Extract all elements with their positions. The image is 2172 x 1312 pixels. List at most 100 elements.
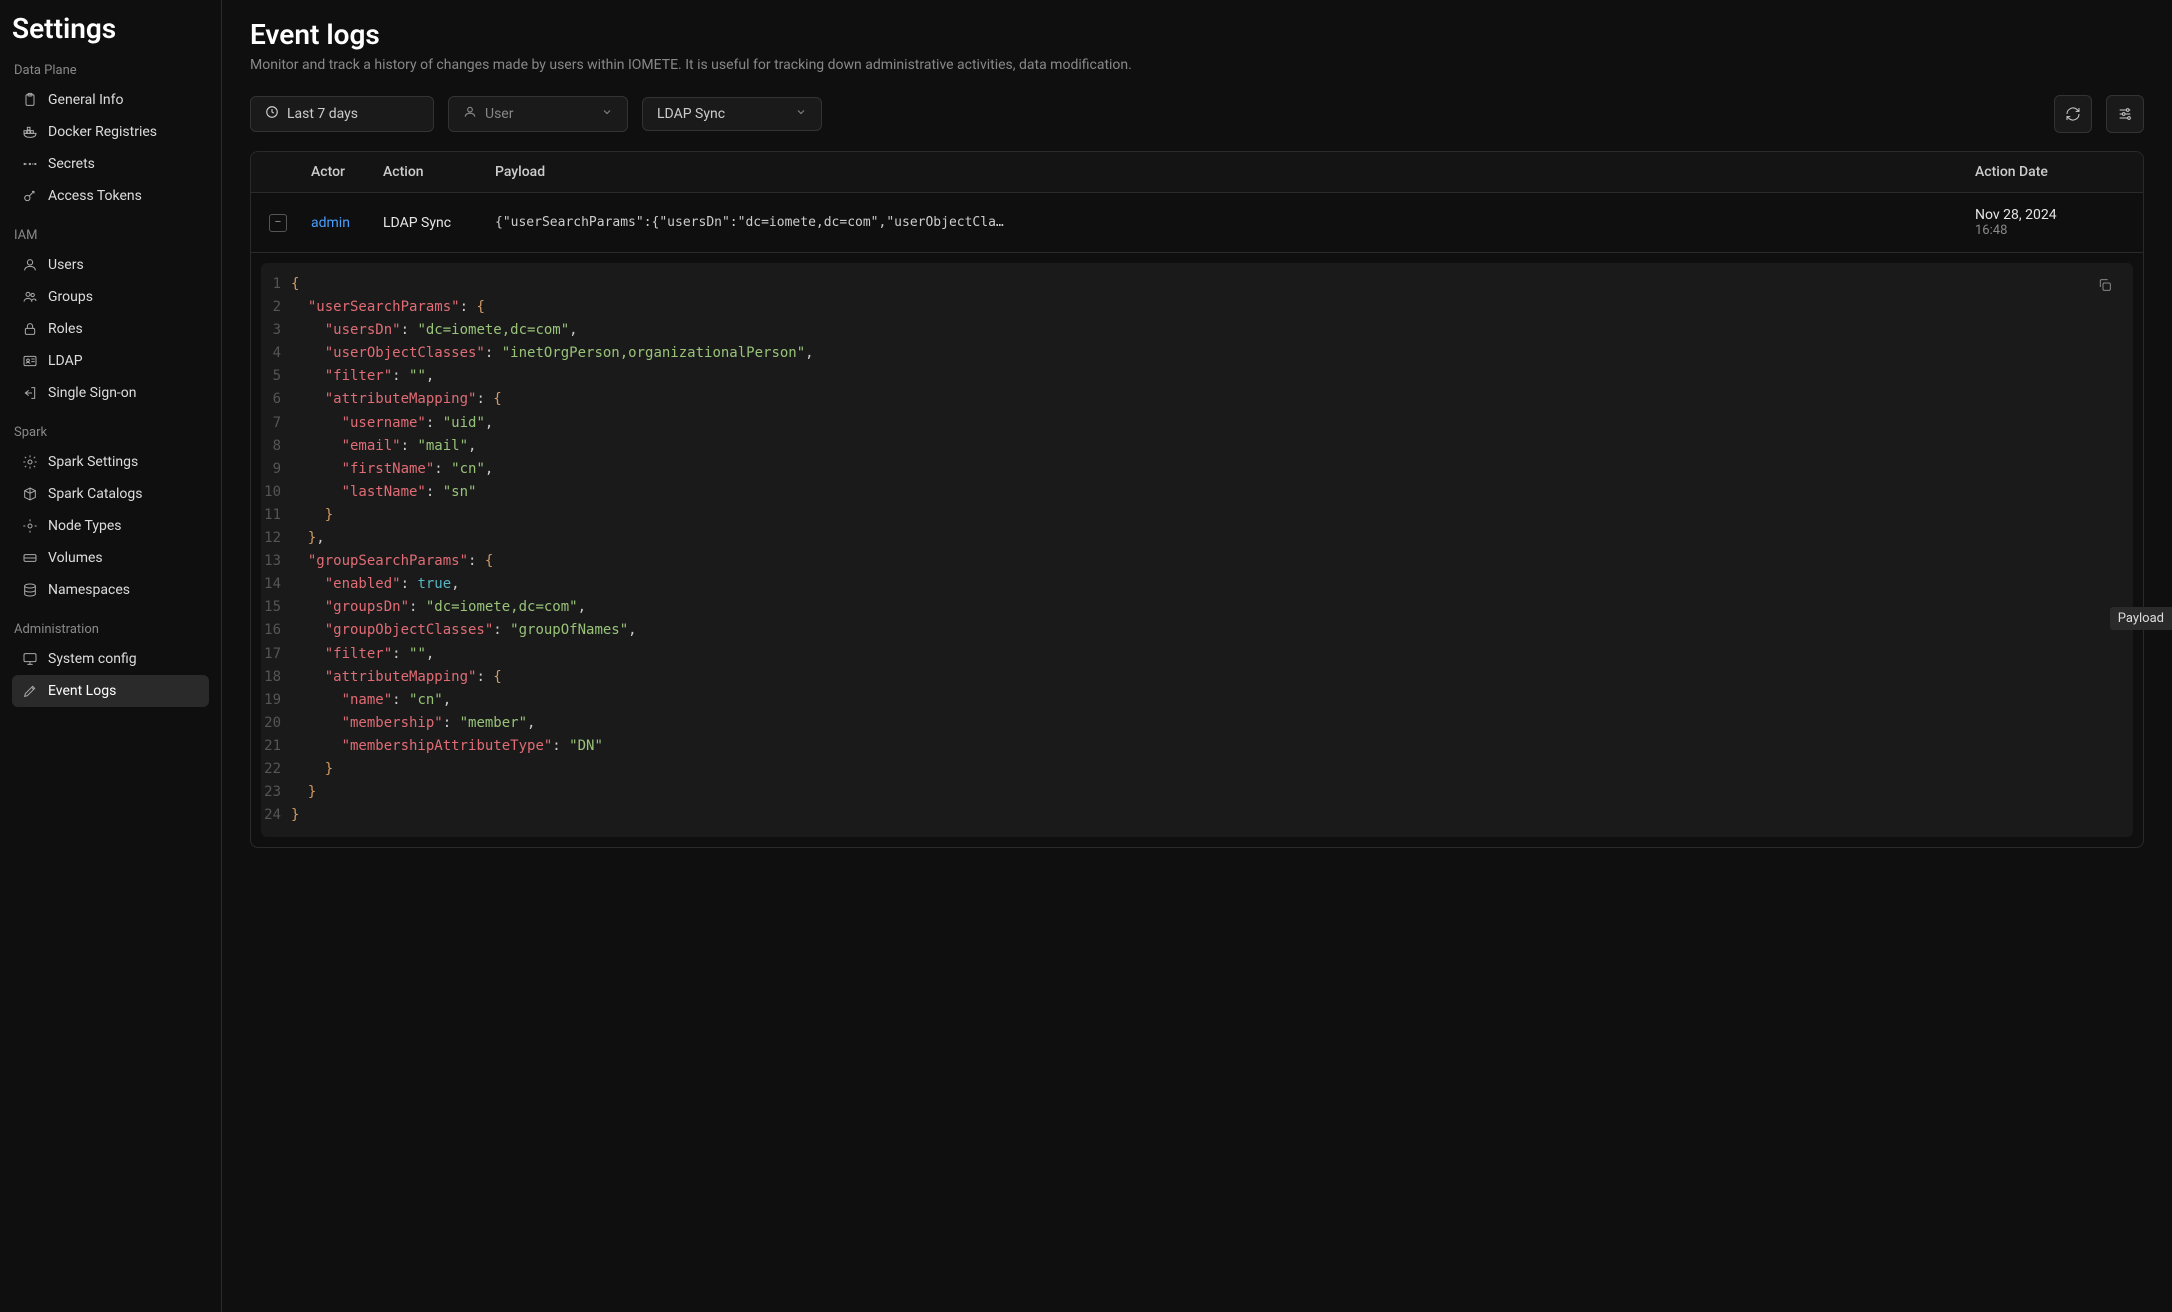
- sidebar-item-label: System config: [48, 651, 137, 667]
- line-content: }: [291, 504, 333, 527]
- col-payload: Payload: [495, 164, 1975, 180]
- line-content: "username": "uid",: [291, 412, 493, 435]
- line-number: 18: [261, 666, 291, 689]
- line-number: 24: [261, 804, 291, 827]
- code-line: 4 "userObjectClasses": "inetOrgPerson,or…: [261, 342, 2133, 365]
- table-header: Actor Action Payload Action Date: [251, 152, 2143, 193]
- exit-icon: [22, 385, 38, 401]
- line-content: "groupObjectClasses": "groupOfNames",: [291, 619, 637, 642]
- sidebar-item-groups[interactable]: Groups: [12, 281, 209, 313]
- table-row: − admin LDAP Sync {"userSearchParams":{"…: [251, 193, 2143, 253]
- sidebar-item-spark-settings[interactable]: Spark Settings: [12, 446, 209, 478]
- code-line: 5 "filter": "",: [261, 365, 2133, 388]
- sidebar-item-label: Secrets: [48, 156, 95, 172]
- sidebar-item-spark-catalogs[interactable]: Spark Catalogs: [12, 478, 209, 510]
- payload-preview: {"userSearchParams":{"usersDn":"dc=iomet…: [495, 215, 1975, 230]
- action-time: 16:48: [1975, 223, 2125, 238]
- collapse-toggle[interactable]: −: [269, 214, 287, 232]
- sidebar-item-label: Volumes: [48, 550, 103, 566]
- line-content: "membershipAttributeType": "DN": [291, 735, 603, 758]
- line-content: }: [291, 758, 333, 781]
- line-number: 15: [261, 596, 291, 619]
- line-content: "enabled": true,: [291, 573, 460, 596]
- code-line: 8 "email": "mail",: [261, 435, 2133, 458]
- line-number: 4: [261, 342, 291, 365]
- copy-button[interactable]: [2097, 277, 2119, 299]
- date-range-picker[interactable]: Last 7 days: [250, 96, 434, 132]
- type-filter-select[interactable]: LDAP Sync: [642, 97, 822, 131]
- type-filter-label: LDAP Sync: [657, 106, 725, 122]
- line-number: 3: [261, 319, 291, 342]
- chevron-down-icon: [795, 106, 807, 122]
- line-content: }: [291, 804, 299, 827]
- settings-sliders-button[interactable]: [2106, 95, 2144, 133]
- code-line: 16 "groupObjectClasses": "groupOfNames",: [261, 619, 2133, 642]
- line-number: 10: [261, 481, 291, 504]
- sidebar-item-secrets[interactable]: Secrets: [12, 148, 209, 180]
- cube-icon: [22, 486, 38, 502]
- code-line: 20 "membership": "member",: [261, 712, 2133, 735]
- clock-icon: [265, 105, 279, 123]
- code-line: 18 "attributeMapping": {: [261, 666, 2133, 689]
- event-table: Actor Action Payload Action Date − admin…: [250, 151, 2144, 848]
- refresh-button[interactable]: [2054, 95, 2092, 133]
- line-number: 13: [261, 550, 291, 573]
- line-content: }: [291, 781, 316, 804]
- line-number: 21: [261, 735, 291, 758]
- sidebar-item-docker-registries[interactable]: Docker Registries: [12, 116, 209, 148]
- code-line: 9 "firstName": "cn",: [261, 458, 2133, 481]
- line-content: "attributeMapping": {: [291, 388, 502, 411]
- sidebar-item-label: General Info: [48, 92, 123, 108]
- line-number: 8: [261, 435, 291, 458]
- page-subtitle: Monitor and track a history of changes m…: [250, 57, 2144, 73]
- code-line: 3 "usersDn": "dc=iomete,dc=com",: [261, 319, 2133, 342]
- sidebar-item-label: Node Types: [48, 518, 122, 534]
- sidebar-item-roles[interactable]: Roles: [12, 313, 209, 345]
- line-content: "groupsDn": "dc=iomete,dc=com",: [291, 596, 586, 619]
- line-content: "email": "mail",: [291, 435, 476, 458]
- sidebar-item-volumes[interactable]: Volumes: [12, 542, 209, 574]
- sidebar-item-label: Groups: [48, 289, 93, 305]
- sidebar-item-users[interactable]: Users: [12, 249, 209, 281]
- lock-icon: [22, 321, 38, 337]
- sidebar-item-node-types[interactable]: Node Types: [12, 510, 209, 542]
- line-content: },: [291, 527, 325, 550]
- line-content: "userSearchParams": {: [291, 296, 485, 319]
- sidebar-item-system-config[interactable]: System config: [12, 643, 209, 675]
- line-number: 19: [261, 689, 291, 712]
- line-content: "usersDn": "dc=iomete,dc=com",: [291, 319, 578, 342]
- volume-icon: [22, 550, 38, 566]
- sidebar-item-event-logs[interactable]: Event Logs: [12, 675, 209, 707]
- code-line: 13 "groupSearchParams": {: [261, 550, 2133, 573]
- docker-icon: [22, 124, 38, 140]
- gear2-icon: [22, 518, 38, 534]
- sidebar-item-label: Spark Catalogs: [48, 486, 143, 502]
- col-action: Action: [383, 164, 495, 180]
- action-date: Nov 28, 2024: [1975, 207, 2125, 223]
- line-number: 23: [261, 781, 291, 804]
- sidebar-item-ldap[interactable]: LDAP: [12, 345, 209, 377]
- col-date: Action Date: [1975, 164, 2125, 180]
- line-content: {: [291, 273, 299, 296]
- sidebar-item-access-tokens[interactable]: Access Tokens: [12, 180, 209, 212]
- sidebar: Settings Data PlaneGeneral InfoDocker Re…: [0, 0, 222, 1312]
- sidebar-item-general-info[interactable]: General Info: [12, 84, 209, 116]
- actor-link[interactable]: admin: [311, 215, 350, 231]
- user-filter-select[interactable]: User: [448, 96, 628, 132]
- col-actor: Actor: [311, 164, 383, 180]
- user-icon: [463, 105, 477, 123]
- sidebar-item-namespaces[interactable]: Namespaces: [12, 574, 209, 606]
- line-content: "filter": "",: [291, 643, 434, 666]
- code-line: 19 "name": "cn",: [261, 689, 2133, 712]
- line-number: 6: [261, 388, 291, 411]
- line-content: "groupSearchParams": {: [291, 550, 493, 573]
- sidebar-item-label: Single Sign-on: [48, 385, 137, 401]
- sidebar-item-label: Roles: [48, 321, 83, 337]
- sidebar-item-label: Namespaces: [48, 582, 130, 598]
- line-content: "attributeMapping": {: [291, 666, 502, 689]
- line-number: 12: [261, 527, 291, 550]
- code-line: 11 }: [261, 504, 2133, 527]
- sidebar-item-label: Access Tokens: [48, 188, 142, 204]
- sidebar-item-single-sign-on[interactable]: Single Sign-on: [12, 377, 209, 409]
- date-range-label: Last 7 days: [287, 106, 358, 122]
